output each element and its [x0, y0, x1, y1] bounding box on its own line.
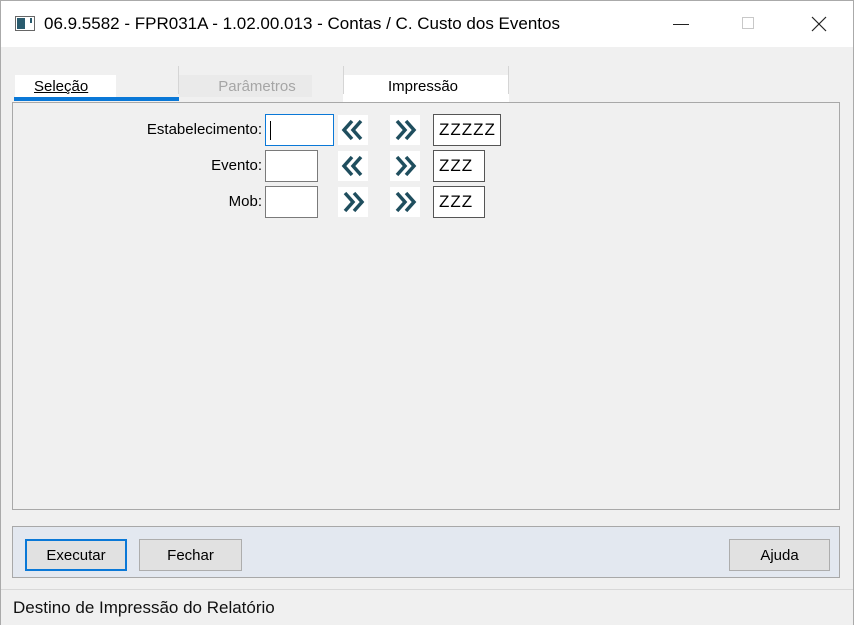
- maximize-button[interactable]: [725, 1, 771, 47]
- program-window: 06.9.5582 - FPR031A - 1.02.00.013 - Cont…: [0, 0, 854, 625]
- button-bar: Executar Fechar Ajuda: [12, 526, 840, 578]
- minimize-icon: [673, 24, 689, 25]
- field-label-evento: Evento:: [211, 157, 262, 174]
- tab-selecao[interactable]: Seleção: [13, 61, 179, 103]
- close-window-button[interactable]: [796, 1, 842, 47]
- selection-panel: Estabelecimento: ZZZZZ Evento: ZZZ Mob: …: [12, 102, 840, 510]
- program-window-icon: [15, 16, 35, 31]
- execute-button[interactable]: Executar: [25, 539, 127, 571]
- tab-impressao[interactable]: Impressão: [343, 61, 509, 103]
- status-bar: Destino de Impressão do Relatório: [1, 589, 853, 625]
- close-icon: [811, 16, 827, 32]
- double-chevron-right-icon[interactable]: [390, 187, 420, 217]
- tab-label: Impressão: [387, 78, 459, 95]
- double-chevron-right-icon[interactable]: [390, 115, 420, 145]
- tab-parametros[interactable]: Parâmetros: [178, 61, 343, 103]
- tab-label: Seleção: [34, 78, 89, 95]
- field-label-estabelecimento: Estabelecimento:: [146, 121, 262, 138]
- status-text: Destino de Impressão do Relatório: [13, 598, 275, 617]
- maximize-icon: [742, 17, 754, 29]
- help-button[interactable]: Ajuda: [729, 539, 830, 571]
- double-chevron-right-icon[interactable]: [338, 187, 368, 217]
- evento-final-input[interactable]: ZZZ: [433, 150, 485, 182]
- estabelecimento-final-input[interactable]: ZZZZZ: [433, 114, 501, 146]
- selected-tab-indicator: [14, 97, 179, 101]
- window-title: 06.9.5582 - FPR031A - 1.02.00.013 - Cont…: [44, 14, 560, 33]
- text-caret: [270, 121, 271, 140]
- estabelecimento-initial-input[interactable]: [265, 114, 334, 146]
- minimize-button[interactable]: [657, 1, 703, 47]
- evento-initial-input[interactable]: [265, 150, 318, 182]
- close-button[interactable]: Fechar: [139, 539, 242, 571]
- double-chevron-left-icon[interactable]: [338, 151, 368, 181]
- double-chevron-right-icon[interactable]: [390, 151, 420, 181]
- mob-initial-input[interactable]: [265, 186, 318, 218]
- tab-strip: Seleção Parâmetros Impressão: [13, 61, 513, 103]
- field-label-mob: Mob:: [228, 193, 262, 210]
- tab-label: Parâmetros: [218, 78, 296, 95]
- double-chevron-left-icon[interactable]: [338, 115, 368, 145]
- mob-final-input[interactable]: ZZZ: [433, 186, 485, 218]
- title-bar[interactable]: 06.9.5582 - FPR031A - 1.02.00.013 - Cont…: [1, 1, 853, 47]
